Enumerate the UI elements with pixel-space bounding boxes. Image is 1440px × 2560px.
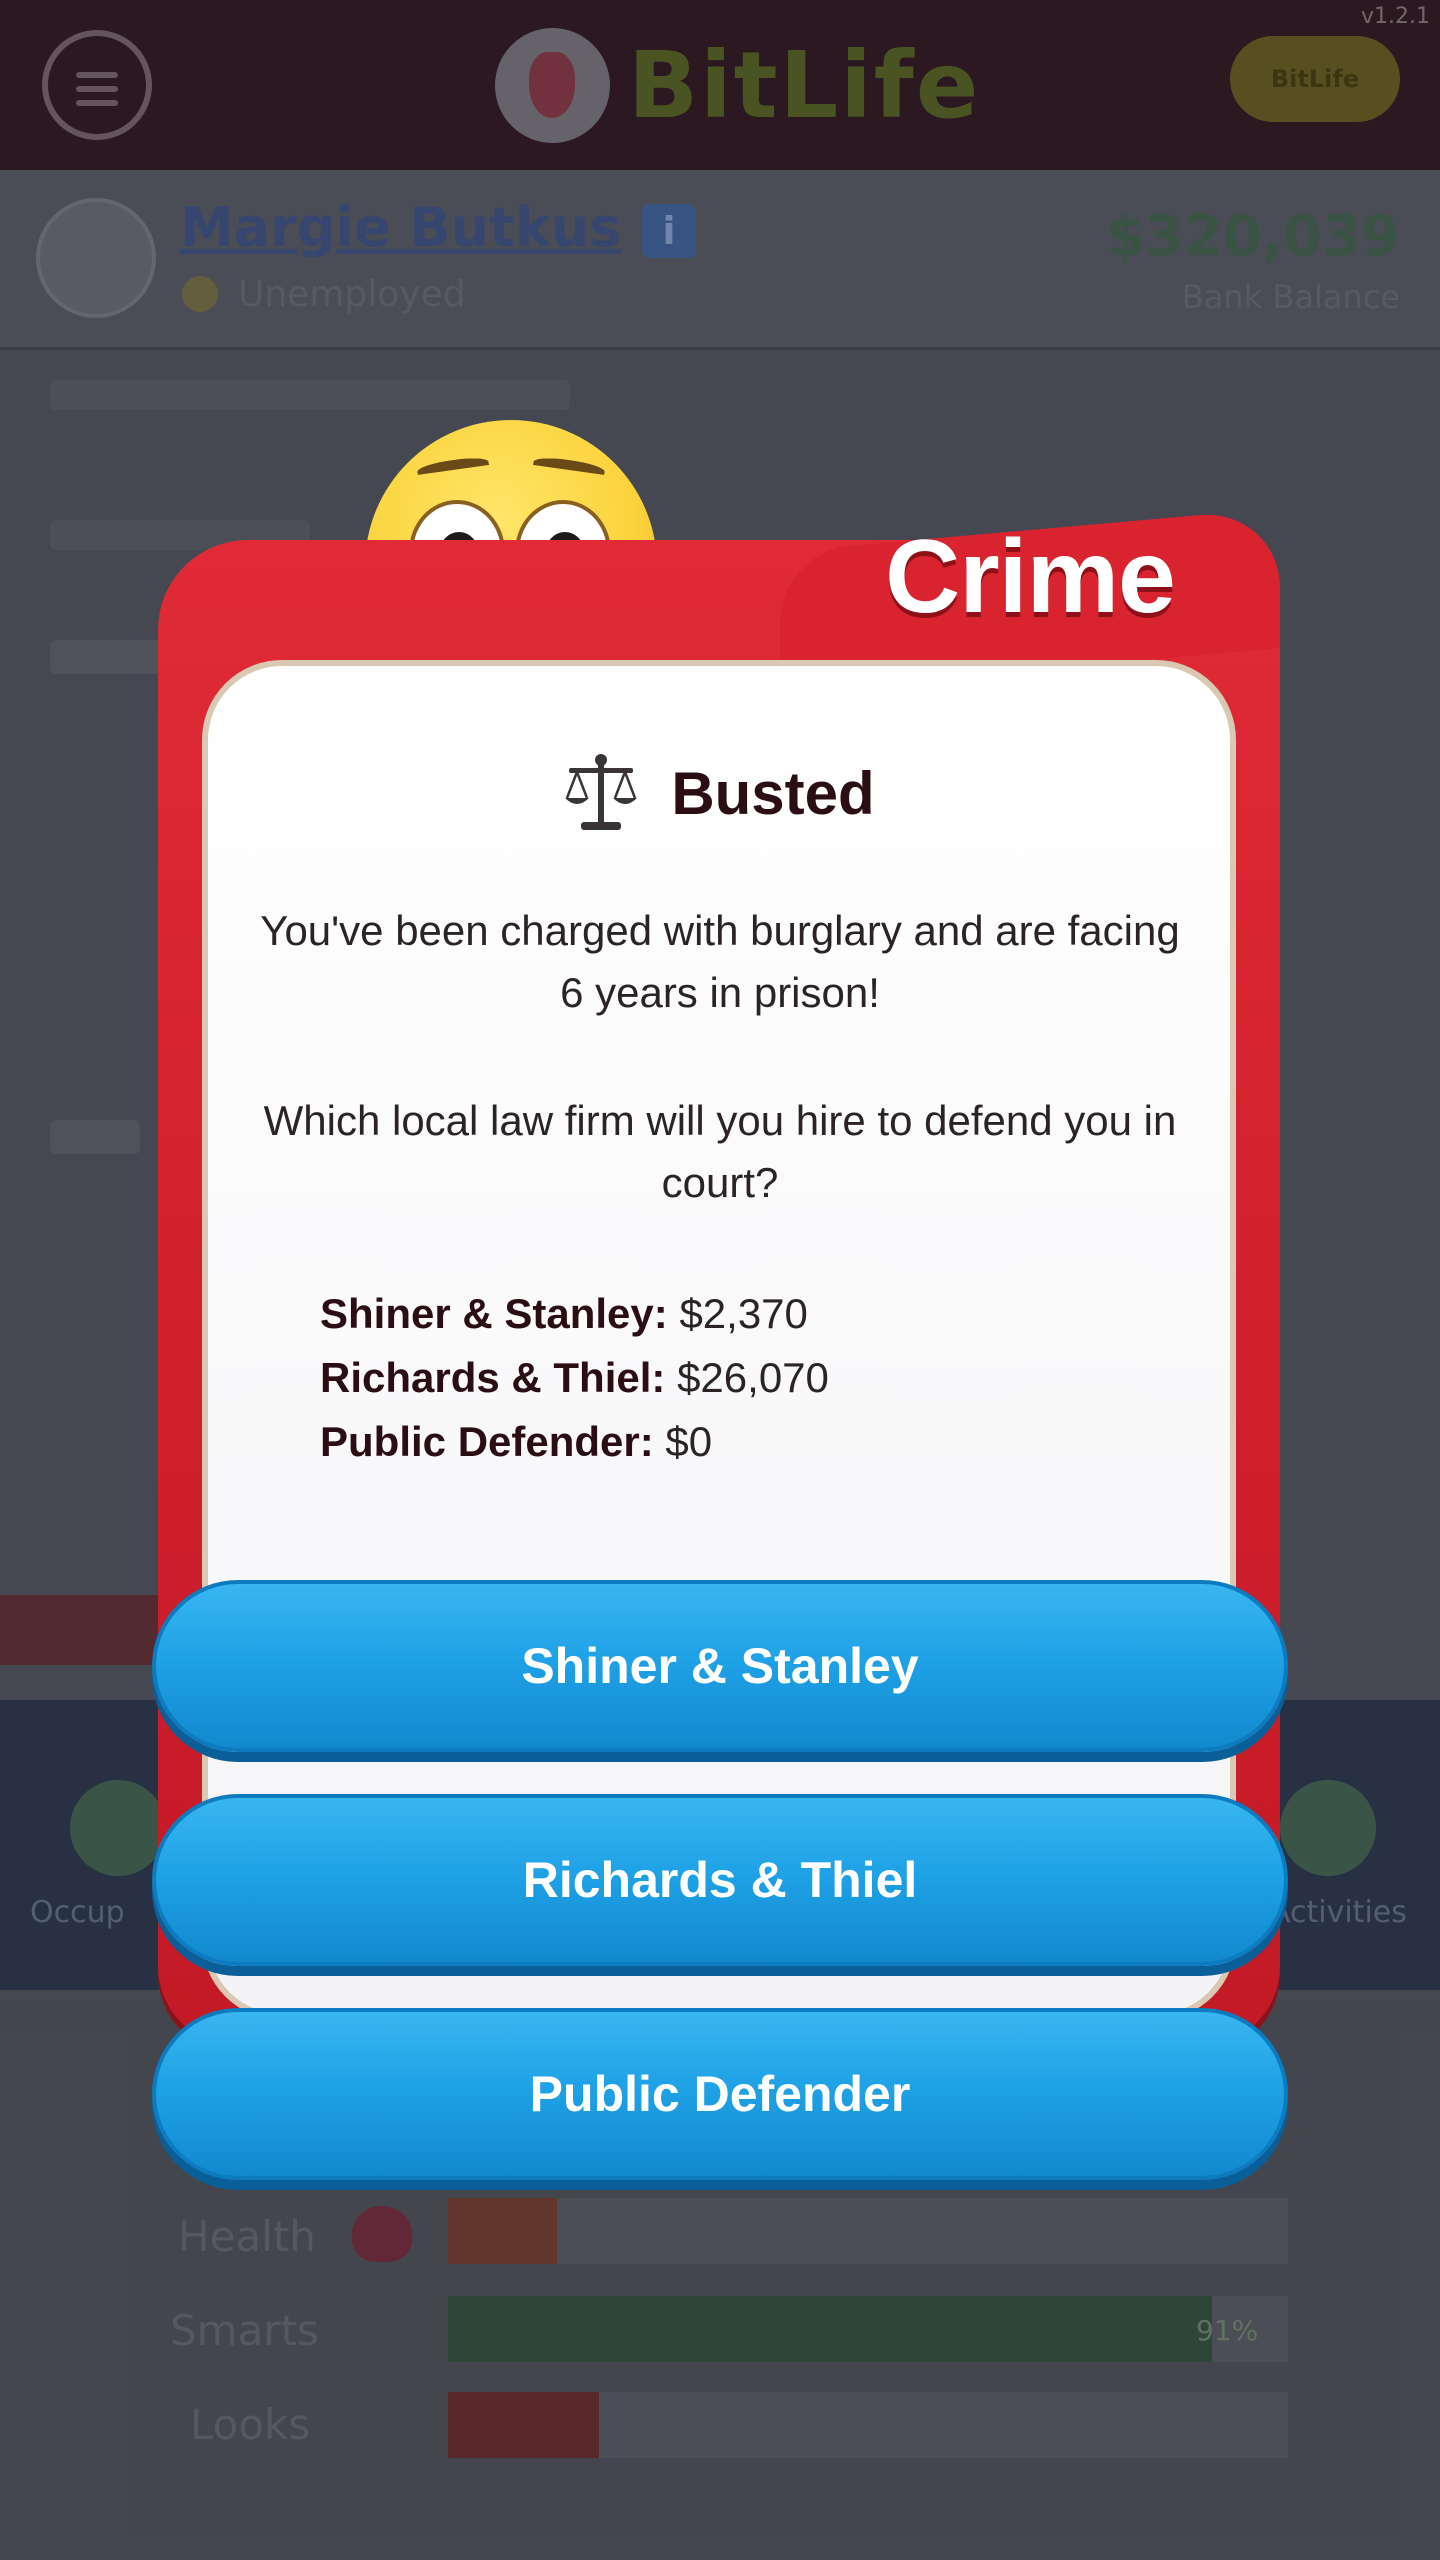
fee-firm-name: Public Defender: [320, 1418, 654, 1465]
fee-row: Public Defender: $0 [320, 1410, 1140, 1474]
law-firm-fee-list: Shiner & Stanley: $2,370 Richards & Thie… [320, 1282, 1140, 1474]
fee-cost: $2,370 [679, 1290, 808, 1337]
fee-firm-name: Shiner & Stanley: [320, 1290, 668, 1337]
fee-row: Richards & Thiel: $26,070 [320, 1346, 1140, 1410]
fee-cost: $26,070 [677, 1354, 829, 1401]
hire-richards-thiel-button[interactable]: Richards & Thiel [152, 1794, 1288, 1966]
popup-category-title: Crime [885, 519, 1176, 635]
charge-message: You've been charged with burglary and ar… [260, 907, 1180, 1016]
hire-shiner-stanley-button[interactable]: Shiner & Stanley [152, 1580, 1288, 1752]
fee-firm-name: Richards & Thiel: [320, 1354, 666, 1401]
fee-row: Shiner & Stanley: $2,370 [320, 1282, 1140, 1346]
hire-public-defender-button[interactable]: Public Defender [152, 2008, 1288, 2180]
fee-cost: $0 [665, 1418, 713, 1465]
popup-header: Busted [202, 752, 1236, 834]
question-message: Which local law firm will you hire to de… [263, 1097, 1177, 1206]
popup-title: Busted [671, 759, 875, 827]
scales-of-justice-icon [565, 754, 638, 830]
